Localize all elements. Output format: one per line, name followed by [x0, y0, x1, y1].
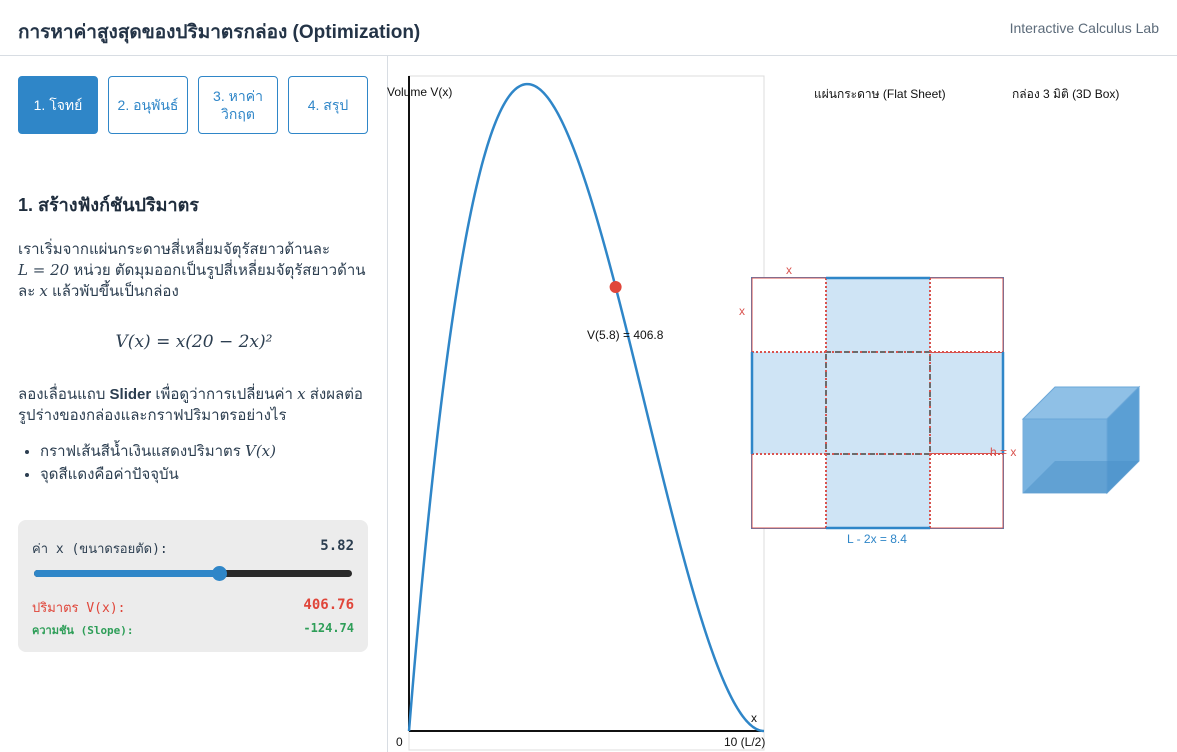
x-max-label: 10 (L/2) [724, 735, 766, 749]
slope-label: ความชัน (Slope): [32, 624, 134, 637]
tab-step-1[interactable]: 1. โจทย์ [18, 76, 98, 134]
top-bar: การหาค่าสูงสุดของปริมาตรกล่อง (Optimizat… [0, 0, 1177, 56]
instruction-paragraph: ลองเลื่อนแถบ Slider เพื่อดูว่าการเปลี่ยน… [18, 384, 370, 426]
step-tabs: 1. โจทย์ 2. อนุพันธ์ 3. หาค่าวิกฤต 4. สร… [18, 76, 368, 134]
base-length-label: L - 2x = 8.4 [847, 532, 907, 546]
tab-step-4[interactable]: 4. สรุป [288, 76, 368, 134]
page-title: การหาค่าสูงสุดของปริมาตรกล่อง (Optimizat… [18, 22, 421, 43]
control-panel: ค่า x (ขนาดรอยตัด): 5.82 ปริมาตร V(x): 4… [18, 520, 368, 652]
slider-fill [34, 570, 220, 577]
visualization-area: Volume V(x) x 0 10 (L/2) V(5.8) = 406.8 … [387, 56, 1177, 752]
tab-step-2[interactable]: 2. อนุพันธ์ [108, 76, 188, 134]
intro-text-1: เราเริ่มจากแผ่นกระดาษสี่เหลี่ยมจัตุรัสยา… [18, 241, 331, 258]
legend-list: กราฟเส้นสีน้ำเงินแสดงปริมาตร V(x) จุดสีแ… [40, 440, 370, 486]
bullet-text-1: กราฟเส้นสีน้ำเงินแสดงปริมาตร [40, 443, 245, 460]
flat-sheet-label: แผ่นกระดาษ (Flat Sheet) [814, 87, 946, 101]
x-axis-label: x [751, 711, 757, 725]
point-label: V(5.8) = 406.8 [587, 328, 664, 342]
slope-row: ความชัน (Slope): -124.74 [32, 621, 354, 639]
x-row: ค่า x (ขนาดรอยตัด): 5.82 [32, 538, 354, 559]
corner-cut-tl [752, 278, 826, 352]
section-heading: 1. สร้างฟังก์ชันปริมาตร [18, 195, 199, 215]
corner-cut-bl [752, 454, 826, 528]
volume-value: 406.76 [303, 597, 354, 613]
bullet-text-2: จุดสีแดงคือค่าปัจจุบัน [40, 466, 179, 483]
height-label: h = x [990, 445, 1017, 459]
tab-step-3-label: 3. หาค่าวิกฤต [213, 88, 263, 122]
brand-label: Interactive Calculus Lab [1009, 20, 1159, 36]
corner-cut-br [930, 454, 1003, 528]
intro-paragraph: เราเริ่มจากแผ่นกระดาษสี่เหลี่ยมจัตุรัสยา… [18, 239, 370, 302]
current-point[interactable] [609, 280, 622, 293]
tab-step-3[interactable]: 3. หาค่าวิกฤต [198, 76, 278, 134]
slider-thumb[interactable] [212, 566, 228, 581]
sidebar: 1. โจทย์ 2. อนุพันธ์ 3. หาค่าวิกฤต 4. สร… [0, 56, 388, 752]
instr-math: x [297, 385, 306, 403]
instr-text-2: เพื่อดูว่าการเปลี่ยนค่า [151, 386, 298, 403]
intro-text-3: แล้วพับขึ้นเป็นกล่อง [47, 283, 179, 300]
x-min-label: 0 [396, 735, 403, 749]
x-value: 5.82 [320, 538, 354, 554]
slope-value: -124.74 [303, 621, 354, 635]
x-slider[interactable] [34, 566, 352, 581]
volume-formula: V(x) = x(20 − 2x)² [115, 332, 273, 352]
box-3d [1021, 385, 1141, 495]
graph-svg [407, 75, 1141, 751]
instr-text-1: ลองเลื่อนแถบ [18, 386, 110, 403]
x-label: ค่า x (ขนาดรอยตัด): [32, 542, 168, 557]
flat-sheet [750, 276, 1005, 530]
y-axis-label: Volume V(x) [387, 85, 453, 99]
volume-label: ปริมาตร V(x): [32, 601, 126, 616]
intro-math-L: L = 20 [18, 261, 70, 279]
instr-bold: Slider [109, 386, 152, 403]
bullet-math: V(x) [245, 442, 276, 460]
sheet-band-v [826, 278, 930, 528]
cut-x-left-label: x [739, 304, 745, 318]
volume-row: ปริมาตร V(x): 406.76 [32, 597, 354, 618]
intro-math-x: x [39, 282, 48, 300]
box-label: กล่อง 3 มิติ (3D Box) [1012, 87, 1120, 101]
corner-cut-tr [930, 278, 1003, 352]
lesson-content: 1. สร้างฟังก์ชันปริมาตร เราเริ่มจากแผ่นก… [18, 190, 370, 486]
volume-curve [407, 82, 765, 733]
list-item: กราฟเส้นสีน้ำเงินแสดงปริมาตร V(x) [40, 440, 370, 463]
list-item: จุดสีแดงคือค่าปัจจุบัน [40, 463, 370, 486]
cut-x-top-label: x [786, 263, 792, 277]
